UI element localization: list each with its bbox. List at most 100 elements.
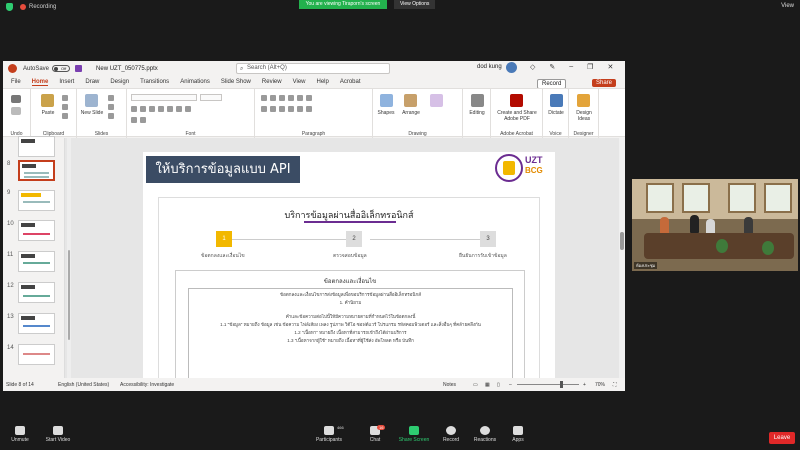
tab-draw[interactable]: Draw <box>85 79 99 85</box>
copy-icon[interactable] <box>62 104 68 110</box>
case-icon[interactable] <box>185 106 191 112</box>
spacing-icon[interactable] <box>176 106 182 112</box>
slide-number: 8 <box>7 161 11 167</box>
increase-indent-icon[interactable] <box>288 95 294 101</box>
start-video-button[interactable]: Start Video <box>38 426 78 443</box>
search-box[interactable]: ⌕ Search (Alt+Q) <box>236 63 390 74</box>
reset-icon[interactable] <box>108 104 114 110</box>
zoom-level[interactable]: 70% <box>595 382 605 388</box>
terms-textbox[interactable]: ข้อตกลงและเงื่อนไขการส่งข้อมูลเพื่อขอบริ… <box>188 288 513 382</box>
tab-animations[interactable]: Animations <box>180 79 210 85</box>
slide-scrollbar[interactable] <box>619 138 625 378</box>
cut-icon[interactable] <box>62 95 68 101</box>
slide-thumbnail[interactable] <box>18 220 55 241</box>
line-spacing-icon[interactable] <box>297 95 303 101</box>
thumbnails-scrollbar[interactable] <box>67 138 71 378</box>
slide-thumbnail[interactable] <box>18 190 55 211</box>
paste-icon[interactable] <box>41 94 54 107</box>
format-painter-icon[interactable] <box>62 113 68 119</box>
tab-review[interactable]: Review <box>262 79 282 85</box>
zoom-slider[interactable] <box>517 384 579 385</box>
language-status[interactable]: English (United States) <box>58 382 109 388</box>
bold-icon[interactable] <box>131 106 137 112</box>
chat-button[interactable]: Chat 16 <box>355 425 395 443</box>
avatar[interactable] <box>506 62 517 73</box>
smartart-icon[interactable] <box>306 106 312 112</box>
pdf-icon[interactable] <box>510 94 523 107</box>
quick-styles-icon[interactable] <box>430 94 443 107</box>
view-button[interactable]: View <box>781 3 794 9</box>
italic-icon[interactable] <box>140 106 146 112</box>
find-icon[interactable] <box>471 94 484 107</box>
slide-thumbnail[interactable] <box>18 313 55 334</box>
new-slide-icon[interactable] <box>85 94 98 107</box>
restore-icon[interactable]: ❐ <box>587 63 593 71</box>
scrollbar-thumb[interactable] <box>620 232 624 250</box>
highlight-icon[interactable] <box>131 117 137 123</box>
font-size-box[interactable] <box>200 94 222 101</box>
shapes-icon[interactable] <box>380 94 393 107</box>
align-right-icon[interactable] <box>279 106 285 112</box>
participants-button[interactable]: Participants 466 <box>309 425 349 443</box>
close-icon[interactable]: ✕ <box>607 63 613 71</box>
bullets-icon[interactable] <box>261 95 267 101</box>
font-name-box[interactable] <box>131 94 197 101</box>
share-screen-button[interactable]: Share Screen <box>394 426 434 443</box>
section-icon[interactable] <box>108 113 114 119</box>
pen-icon[interactable]: ✎ <box>549 63 555 71</box>
tab-acrobat[interactable]: Acrobat <box>340 79 361 85</box>
save-icon[interactable] <box>75 65 83 72</box>
apps-button[interactable]: Apps <box>498 426 538 443</box>
zoom-in-icon[interactable]: + <box>583 382 586 388</box>
decrease-indent-icon[interactable] <box>279 95 285 101</box>
undo-icon[interactable] <box>11 95 21 103</box>
tab-file[interactable]: File <box>11 79 21 85</box>
reading-view-icon[interactable]: ▯ <box>497 382 500 388</box>
underline-icon[interactable] <box>149 106 155 112</box>
slide-thumbnail[interactable] <box>18 136 55 157</box>
accessibility-status[interactable]: Accessibility: Investigate <box>120 382 174 388</box>
shadow-icon[interactable] <box>167 106 173 112</box>
scrollbar-thumb[interactable] <box>68 250 70 340</box>
notes-button[interactable]: Notes <box>443 382 456 388</box>
numbering-icon[interactable] <box>270 95 276 101</box>
microphone-icon[interactable] <box>550 94 563 107</box>
leave-button[interactable]: Leave <box>769 432 795 444</box>
autosave-toggle[interactable]: Off <box>52 65 71 72</box>
zoom-top-bar: Recording You are viewing Tiraporn's scr… <box>0 0 800 16</box>
redo-icon[interactable] <box>11 107 21 115</box>
slide-thumbnail[interactable] <box>18 251 55 272</box>
design-ideas-icon[interactable] <box>577 94 590 107</box>
fit-slide-icon[interactable]: ⛶ <box>613 382 617 388</box>
view-options-button[interactable]: View Options <box>394 0 436 9</box>
tab-help[interactable]: Help <box>317 79 329 85</box>
columns-icon[interactable] <box>297 106 303 112</box>
tab-design[interactable]: Design <box>110 79 129 85</box>
tab-slide-show[interactable]: Slide Show <box>221 79 251 85</box>
unmute-button[interactable]: Unmute <box>0 426 40 443</box>
sorter-view-icon[interactable]: ▦ <box>485 382 490 388</box>
strikethrough-icon[interactable] <box>158 106 164 112</box>
tab-view[interactable]: View <box>293 79 306 85</box>
font-color-icon[interactable] <box>140 117 146 123</box>
tab-home[interactable]: Home <box>31 79 49 86</box>
zoom-slider-thumb[interactable] <box>560 381 563 388</box>
arrange-icon[interactable] <box>404 94 417 107</box>
tab-insert[interactable]: Insert <box>59 79 74 85</box>
normal-view-icon[interactable]: ▭ <box>473 382 478 388</box>
text-direction-icon[interactable] <box>306 95 312 101</box>
tab-transitions[interactable]: Transitions <box>140 79 169 85</box>
slide-canvas[interactable]: ให้บริการข้อมูลแบบ API UZT BCG บริการข้อ… <box>143 152 555 382</box>
slide-thumbnail[interactable] <box>18 282 55 303</box>
align-left-icon[interactable] <box>261 106 267 112</box>
participant-video[interactable]: ห้องประชุม <box>632 179 798 271</box>
slide-thumbnail[interactable] <box>18 344 55 365</box>
justify-icon[interactable] <box>288 106 294 112</box>
layout-icon[interactable] <box>108 95 114 101</box>
zoom-out-icon[interactable]: – <box>509 382 512 388</box>
slide-thumbnail-selected[interactable] <box>18 160 55 181</box>
align-center-icon[interactable] <box>270 106 276 112</box>
diamond-icon[interactable]: ◇ <box>530 63 535 71</box>
minimize-icon[interactable]: – <box>569 63 573 71</box>
share-button[interactable]: Share <box>592 79 617 87</box>
